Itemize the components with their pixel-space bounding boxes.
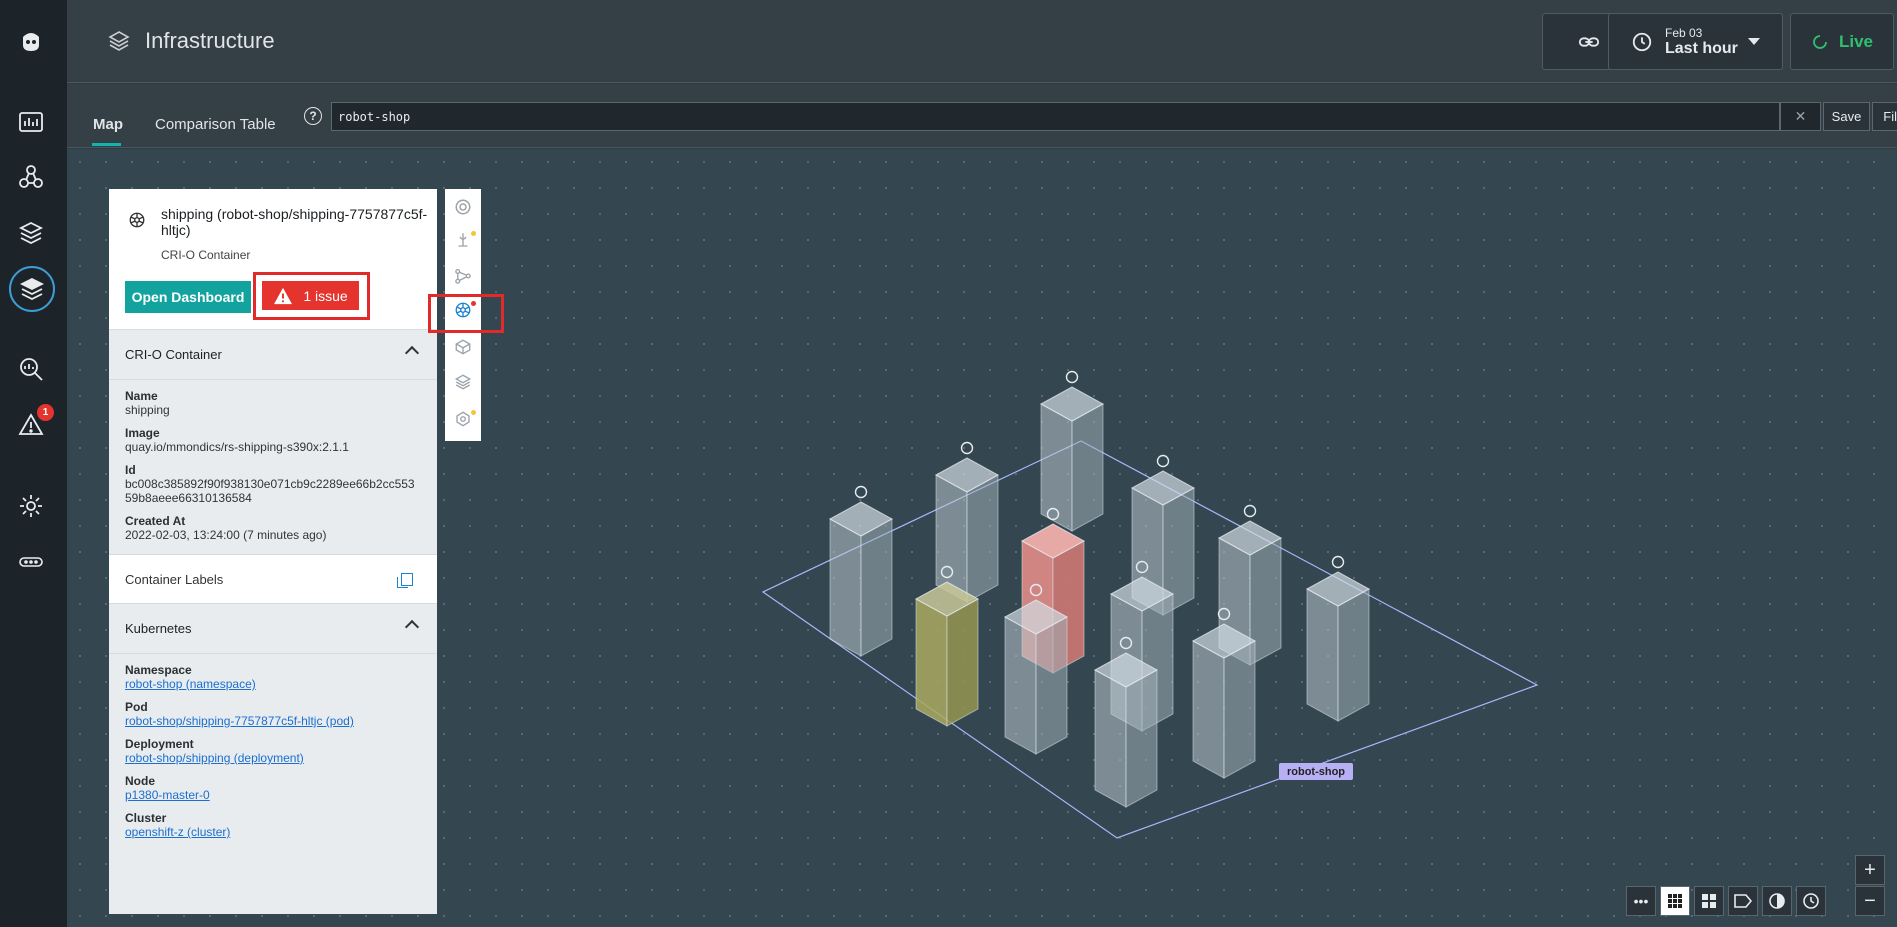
search-input[interactable]: robot-shop xyxy=(331,102,1780,131)
entity-type: CRI-O Container xyxy=(161,248,251,262)
platforms-icon[interactable] xyxy=(14,216,48,250)
field-name: Name shipping xyxy=(125,389,170,417)
history-button[interactable] xyxy=(1796,886,1826,916)
container-layer-icon[interactable] xyxy=(454,338,472,356)
page-header: Infrastructure Feb 03 Last hour Live xyxy=(67,0,1897,83)
group-view-button[interactable] xyxy=(1694,886,1724,916)
applications-icon[interactable] xyxy=(14,160,48,194)
zoom-out-button[interactable]: − xyxy=(1855,886,1885,916)
dashboard-icon xyxy=(1702,894,1716,908)
instana-logo-icon[interactable] xyxy=(14,24,48,58)
issue-button[interactable]: 1 issue xyxy=(262,281,359,310)
network-layer-icon[interactable] xyxy=(454,267,472,285)
container-pillar[interactable] xyxy=(828,485,894,657)
node-link[interactable]: p1380-master-0 xyxy=(125,788,421,802)
page-title: Infrastructure xyxy=(107,28,275,54)
field-deployment: Deployment robot-shop/shipping (deployme… xyxy=(109,737,437,765)
labels-button[interactable] xyxy=(1728,886,1758,916)
svg-text:robot-shop: robot-shop xyxy=(1287,766,1345,778)
left-nav: 1 xyxy=(0,0,67,927)
more-options-button[interactable]: ••• xyxy=(1626,886,1656,916)
kubernetes-node-icon xyxy=(1331,555,1345,569)
container-labels-row[interactable]: Container Labels xyxy=(109,554,437,604)
namespace-label[interactable]: robot-shop xyxy=(1279,763,1353,780)
live-button[interactable]: Live xyxy=(1790,13,1894,70)
time-range-label: Last hour xyxy=(1665,39,1738,57)
container-section-header[interactable]: CRI-O Container xyxy=(109,330,437,380)
process-layer-icon[interactable] xyxy=(454,231,472,249)
chevron-up-icon xyxy=(404,345,420,361)
kubernetes-section-header[interactable]: Kubernetes xyxy=(109,604,437,654)
time-range-picker[interactable]: Feb 03 Last hour xyxy=(1608,13,1783,70)
entity-title: shipping (robot-shop/shipping-7757877c5f… xyxy=(161,206,428,238)
container-pillar[interactable] xyxy=(934,441,1000,603)
events-icon[interactable]: 1 xyxy=(14,404,54,442)
zoom-in-button[interactable]: + xyxy=(1855,855,1885,885)
field-node: Node p1380-master-0 xyxy=(109,774,437,802)
clear-search-button[interactable]: ✕ xyxy=(1780,102,1821,131)
color-by-button[interactable] xyxy=(1762,886,1792,916)
panel-header: shipping (robot-shop/shipping-7757877c5f… xyxy=(109,189,437,330)
container-section: CRI-O Container Name shipping Image quay… xyxy=(109,330,437,542)
container-pillar[interactable] xyxy=(1039,370,1105,532)
service-status-dot xyxy=(471,410,476,415)
infrastructure-layers-icon xyxy=(108,31,130,51)
kubernetes-node-icon xyxy=(1243,504,1257,518)
warning-icon xyxy=(274,287,293,304)
kubernetes-node-icon xyxy=(960,441,974,455)
active-tab-indicator xyxy=(92,143,121,146)
kubernetes-section: Kubernetes Namespace robot-shop (namespa… xyxy=(109,604,437,839)
issues-badge: 1 xyxy=(37,404,54,421)
grid-view-button[interactable] xyxy=(1660,886,1690,916)
stack-layer-icon[interactable] xyxy=(454,373,472,391)
link-icon xyxy=(1578,36,1599,47)
service-layer-icon[interactable] xyxy=(454,410,472,428)
open-dashboard-button[interactable]: Open Dashboard xyxy=(125,281,251,313)
tab-comparison-table[interactable]: Comparison Table xyxy=(155,116,276,133)
kubernetes-icon xyxy=(129,212,145,228)
infrastructure-icon[interactable] xyxy=(9,266,55,312)
kubernetes-node-icon xyxy=(1156,454,1170,468)
field-id: Id bc008c385892f90f938130e071cb9c2289ee6… xyxy=(125,463,415,505)
websites-icon[interactable] xyxy=(14,105,48,139)
grid-icon xyxy=(1668,894,1682,908)
deployment-link[interactable]: robot-shop/shipping (deployment) xyxy=(125,751,421,765)
more-icon[interactable] xyxy=(14,545,48,579)
settings-icon[interactable] xyxy=(14,489,48,523)
process-status-dot xyxy=(471,231,476,236)
host-layer-icon[interactable] xyxy=(454,198,472,216)
field-image: Image quay.io/mmondics/rs-shipping-s390x… xyxy=(125,426,349,454)
analytics-icon[interactable] xyxy=(14,352,48,386)
kubernetes-node-icon xyxy=(854,485,868,499)
field-namespace: Namespace robot-shop (namespace) xyxy=(109,663,437,691)
cluster-link[interactable]: openshift-z (cluster) xyxy=(125,825,421,839)
kubernetes-node-icon xyxy=(1065,370,1079,384)
filters-button[interactable]: Filters xyxy=(1872,102,1897,131)
clock-icon xyxy=(1632,32,1652,51)
help-icon[interactable]: ? xyxy=(304,107,322,125)
chevron-down-icon xyxy=(1748,38,1760,45)
chevron-up-icon xyxy=(404,619,420,635)
map-toolbar: Map Comparison Table ? robot-shop ✕ Save… xyxy=(67,84,1897,148)
tab-map[interactable]: Map xyxy=(93,116,123,133)
details-panel: shipping (robot-shop/shipping-7757877c5f… xyxy=(109,189,437,914)
pod-link[interactable]: robot-shop/shipping-7757877c5f-hltjc (po… xyxy=(125,714,421,728)
tag-icon xyxy=(1734,894,1752,908)
map-view-tools: ••• xyxy=(1626,886,1826,916)
clock-icon xyxy=(1803,893,1819,909)
save-button[interactable]: Save xyxy=(1823,102,1870,131)
namespace-link[interactable]: robot-shop (namespace) xyxy=(125,677,421,691)
field-cluster: Cluster openshift-z (cluster) xyxy=(109,811,437,839)
layer-highlight-box xyxy=(428,294,504,333)
time-date: Feb 03 xyxy=(1665,25,1703,40)
contrast-icon xyxy=(1769,893,1785,909)
copy-icon[interactable] xyxy=(397,573,413,588)
live-refresh-icon xyxy=(1813,34,1827,49)
issue-highlight-box: 1 issue xyxy=(253,272,370,320)
field-pod: Pod robot-shop/shipping-7757877c5f-hltjc… xyxy=(109,700,437,728)
field-created-at: Created At 2022-02-03, 13:24:00 (7 minut… xyxy=(125,514,327,542)
container-pillar[interactable] xyxy=(1305,555,1371,722)
